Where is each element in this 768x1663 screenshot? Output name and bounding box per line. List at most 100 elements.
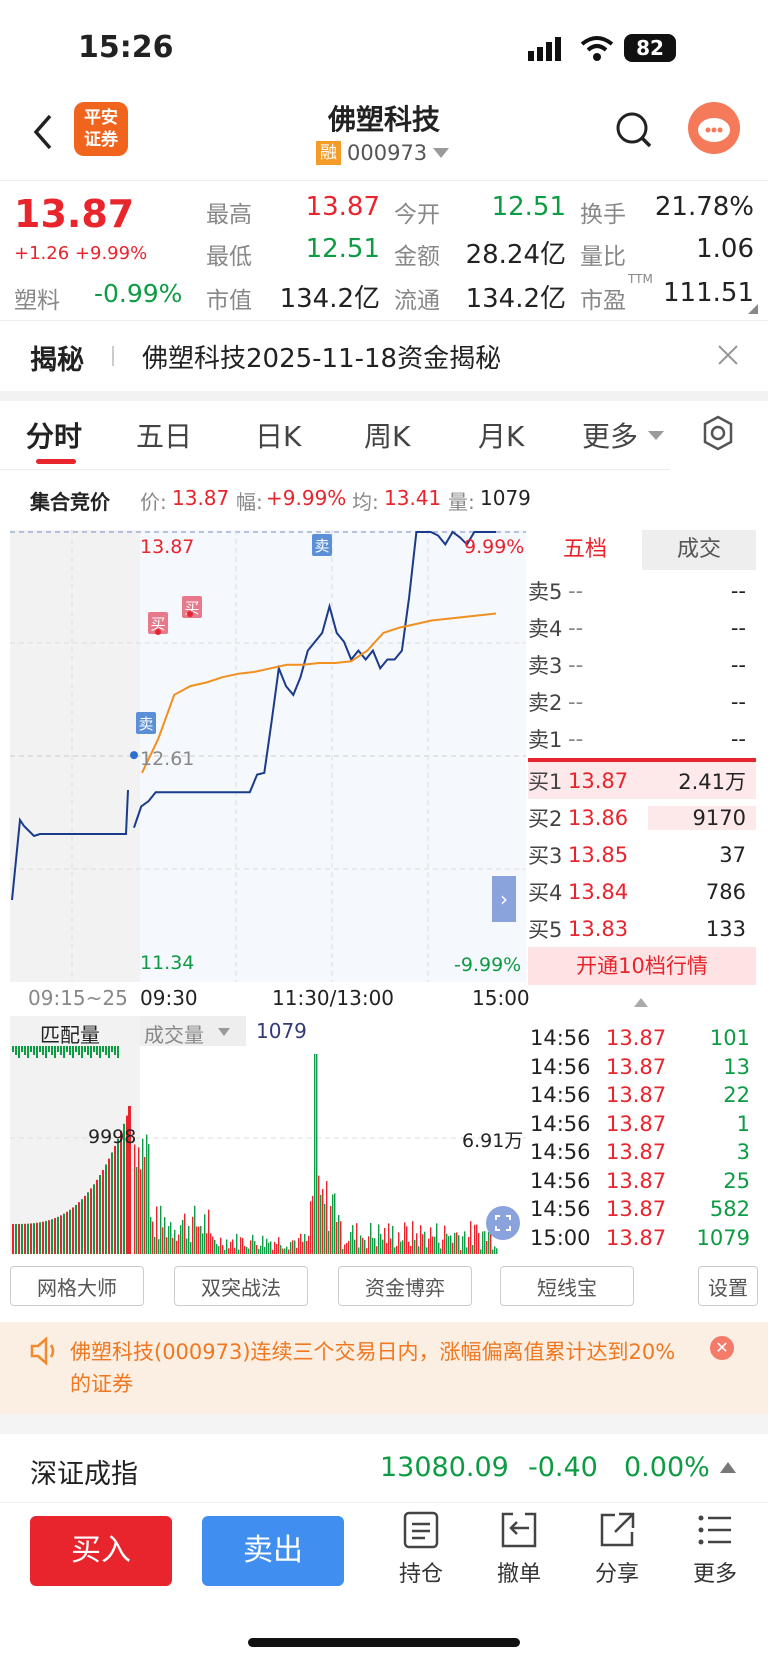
search-icon[interactable] <box>614 110 654 150</box>
settings-gear-icon[interactable] <box>700 415 736 451</box>
tab-trades[interactable]: 成交 <box>642 530 756 570</box>
tool-grid-master[interactable]: 网格大师 <box>10 1266 144 1306</box>
volume-bar <box>166 1237 168 1254</box>
trade-price: 13.87 <box>606 1225 667 1250</box>
section-gap <box>0 391 768 401</box>
bid-row-2[interactable]: 买2 13.86 9170 <box>528 799 756 836</box>
info-price: 13.87 <box>172 486 230 510</box>
index-pct: 0.00% <box>624 1452 710 1483</box>
volume-bar <box>172 1237 174 1254</box>
sell-button[interactable]: 卖出 <box>202 1516 344 1586</box>
sector-name[interactable]: 塑料 <box>14 281 60 315</box>
info-price-label: 价: <box>140 490 167 514</box>
svg-text:卖: 卖 <box>314 537 329 555</box>
tool-short-term[interactable]: 短线宝 <box>500 1266 634 1306</box>
stock-code-selector[interactable]: 融 000973 <box>316 140 450 166</box>
ask-price: -- <box>568 726 584 751</box>
assistant-avatar-icon[interactable] <box>688 102 740 154</box>
volume-ratio-label: 量比 <box>580 244 626 270</box>
auction-volume-bar <box>27 1223 29 1254</box>
volume-bar <box>348 1240 350 1254</box>
auction-volume-bar <box>69 1209 71 1254</box>
ask-row-4[interactable]: 卖2 -- -- <box>528 683 756 720</box>
collapse-chevron-icon[interactable]: › <box>492 876 516 922</box>
volume-bar <box>216 1244 218 1254</box>
tab-monthly-k[interactable]: 月K <box>478 415 524 455</box>
volume-bar <box>282 1248 284 1254</box>
tool-capital-game[interactable]: 资金博弈 <box>338 1266 472 1306</box>
intraday-price-chart[interactable]: 卖买买卖 13.87 9.99% 12.61 11.34 -9.99% › <box>10 530 526 982</box>
ask-row-1[interactable]: 卖5 -- -- <box>528 572 756 609</box>
volume-bar <box>482 1231 484 1254</box>
trade-time: 14:56 <box>530 1026 591 1050</box>
trade-price: 13.87 <box>606 1083 667 1107</box>
amount-label: 金额 <box>394 244 440 270</box>
volume-bar <box>210 1233 212 1254</box>
upgrade-level10-button[interactable]: 开通10档行情 <box>528 947 756 985</box>
tab-weekly-k[interactable]: 周K <box>364 415 410 455</box>
auction-unmatched-bar <box>39 1046 41 1052</box>
auction-unmatched-bar <box>60 1046 62 1055</box>
volume-bar <box>332 1194 334 1254</box>
volume-bar <box>224 1249 226 1254</box>
volume-bar <box>366 1248 368 1254</box>
auction-volume-bar <box>96 1179 98 1254</box>
alert-close-icon[interactable]: ✕ <box>710 1336 734 1360</box>
volume-bar <box>396 1245 398 1254</box>
info-range-label: 幅: <box>236 490 263 514</box>
tab-more[interactable]: 更多 <box>582 415 638 455</box>
auction-unmatched-bar <box>93 1046 95 1052</box>
news-bar[interactable]: 揭秘 佛塑科技2025-11-18资金揭秘 <box>0 321 768 391</box>
risk-alert-banner[interactable]: 佛塑科技(000973)连续三个交易日内，涨幅偏离值累计达到20%的证券 ✕ <box>0 1322 768 1414</box>
volume-bar <box>238 1249 240 1254</box>
volume-bar <box>296 1247 298 1254</box>
tool-double-breakout[interactable]: 双突战法 <box>174 1266 308 1306</box>
sector-change: -0.99% <box>94 279 183 308</box>
bid-row-3[interactable]: 买3 13.85 37 <box>528 836 756 873</box>
change-pct: +9.99% <box>74 243 148 264</box>
auction-volume-bar <box>51 1219 53 1254</box>
volume-bar <box>162 1227 164 1254</box>
share-button[interactable]: 分享 <box>582 1510 652 1588</box>
index-bar[interactable]: 深证成指 13080.09 -0.40 0.00% <box>0 1434 768 1502</box>
news-tag: 揭秘 <box>30 345 84 376</box>
tab-order-book[interactable]: 五档 <box>528 530 642 570</box>
trade-row: 14:56 13.87 13 <box>530 1055 756 1083</box>
buy-button[interactable]: 买入 <box>30 1516 172 1586</box>
bid-row-5[interactable]: 买5 13.83 133 <box>528 910 756 947</box>
tab-intraday[interactable]: 分时 <box>26 415 82 455</box>
status-time: 15:26 <box>78 30 174 65</box>
tab-daily-k[interactable]: 日K <box>255 415 301 455</box>
fullscreen-icon[interactable] <box>486 1206 520 1240</box>
volume-bar <box>404 1222 406 1254</box>
ask-row-3[interactable]: 卖3 -- -- <box>528 646 756 683</box>
volume-bar <box>310 1201 312 1254</box>
volume-bar <box>218 1246 220 1254</box>
trade-price: 13.87 <box>606 1140 667 1164</box>
bid-price: 13.84 <box>568 879 629 904</box>
bid-row-4[interactable]: 买4 13.84 786 <box>528 873 756 910</box>
volume-bar <box>306 1241 308 1254</box>
mktcap-value: 134.2亿 <box>279 284 380 314</box>
x-tick-open: 09:30 <box>140 986 198 1010</box>
ask-row-2[interactable]: 卖4 -- -- <box>528 609 756 646</box>
auction-volume-bar <box>90 1188 92 1254</box>
close-icon[interactable] <box>716 343 740 367</box>
trade-volume: 3 <box>736 1140 750 1164</box>
volume-bar <box>386 1243 388 1254</box>
more-button[interactable]: 更多 <box>680 1510 750 1588</box>
bid-row-1[interactable]: 买1 13.87 2.41万 <box>528 762 756 799</box>
trade-row: 14:56 13.87 3 <box>530 1140 756 1168</box>
auction-volume-bar <box>39 1222 41 1254</box>
index-expand-icon[interactable] <box>720 1462 736 1473</box>
auction-volume-bar <box>81 1199 83 1254</box>
expand-corner-icon[interactable] <box>748 304 758 314</box>
trade-price: 13.87 <box>606 1168 667 1193</box>
positions-button[interactable]: 持仓 <box>386 1510 456 1588</box>
tab-five-day[interactable]: 五日 <box>136 415 192 455</box>
scroll-up-icon[interactable] <box>634 998 648 1007</box>
news-headline[interactable]: 佛塑科技2025-11-18资金揭秘 <box>142 338 501 375</box>
ask-row-5[interactable]: 卖1 -- -- <box>528 720 756 757</box>
cancel-order-button[interactable]: 撤单 <box>484 1510 554 1588</box>
tool-settings[interactable]: 设置 <box>698 1266 758 1306</box>
